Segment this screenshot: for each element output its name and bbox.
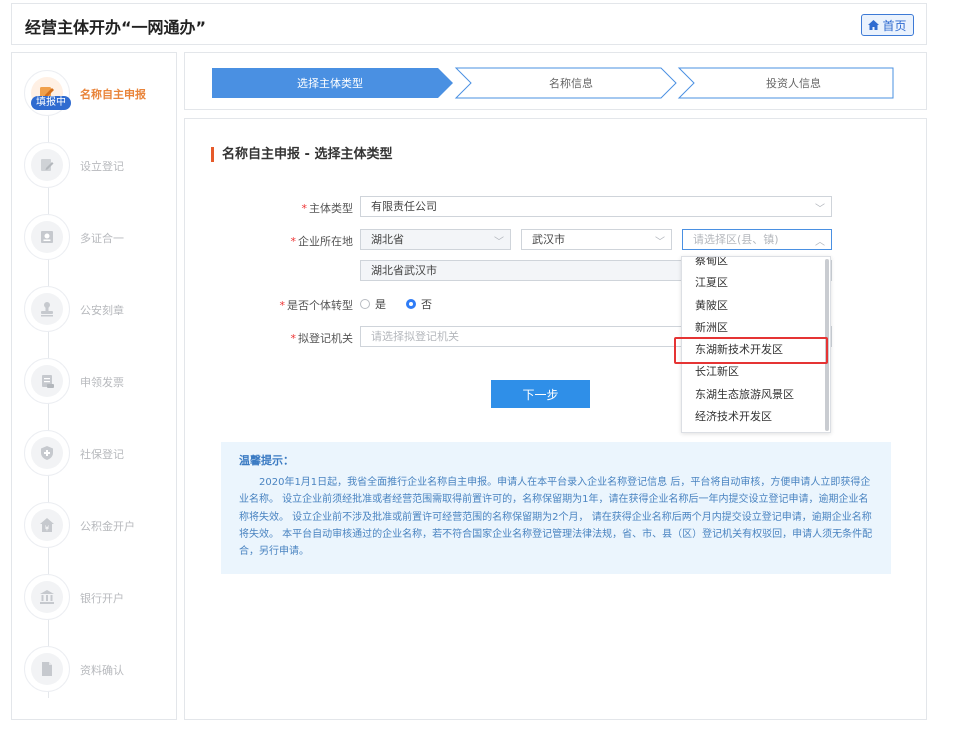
notice-box: 温馨提示： 2020年1月1日起，我省全面推行企业名称自主申报。申请人在本平台录… bbox=[221, 442, 891, 574]
sidebar-step-invoice[interactable]: 申领发票 bbox=[12, 358, 176, 408]
sidebar-step-register[interactable]: 设立登记 bbox=[12, 142, 176, 192]
chevron-down-icon: ﹀ bbox=[815, 204, 825, 215]
sidebar-step-multi-certificate[interactable]: 多证合一 bbox=[12, 214, 176, 264]
district-option-highlighted[interactable]: 东湖新技术开发区 bbox=[682, 339, 825, 361]
housing-fund-icon: ¥ bbox=[40, 518, 54, 533]
district-option[interactable]: 新洲区 bbox=[682, 317, 825, 339]
sidebar: 名称自主申报 填报中 设立登记 多证合一 公安刻章 申领发票 社保登记 ¥ 公积… bbox=[11, 52, 177, 720]
district-option[interactable]: 东湖生态旅游风景区 bbox=[682, 384, 825, 406]
progress-step[interactable]: 名称信息 bbox=[471, 75, 671, 91]
entity-type-label: * 主体类型 bbox=[301, 202, 354, 215]
individual-transform-label: * 是否个体转型 bbox=[279, 299, 354, 312]
entity-type-select[interactable]: 有限责任公司 ﹀ bbox=[360, 196, 832, 217]
sidebar-step-label: 社保登记 bbox=[80, 448, 124, 461]
progress-step-active[interactable]: 选择主体类型 bbox=[212, 75, 448, 91]
document-icon bbox=[42, 662, 52, 676]
district-select[interactable]: 请选择区(县、镇) ︿ bbox=[682, 229, 832, 250]
social-security-icon bbox=[41, 446, 53, 460]
section-title: 名称自主申报 - 选择主体类型 bbox=[211, 147, 392, 162]
district-option[interactable]: 长江新区 bbox=[682, 361, 825, 383]
city-select[interactable]: 武汉市 ﹀ bbox=[521, 229, 672, 250]
sidebar-step-social-security[interactable]: 社保登记 bbox=[12, 430, 176, 480]
radio-no[interactable]: 否 bbox=[406, 296, 432, 312]
page-title: 经营主体开办“一网通办” bbox=[25, 18, 207, 37]
sidebar-step-label: 公安刻章 bbox=[80, 304, 124, 317]
status-badge: 填报中 bbox=[31, 96, 71, 110]
stamp-icon bbox=[41, 302, 53, 317]
district-option[interactable]: 蔡甸区 bbox=[682, 257, 825, 272]
radio-indicator-selected bbox=[406, 299, 416, 309]
invoice-icon bbox=[42, 375, 54, 388]
district-dropdown: 蔡甸区 江夏区 黄陂区 新洲区 东湖新技术开发区 长江新区 东湖生态旅游风景区 … bbox=[681, 256, 831, 433]
chevron-down-icon: ﹀ bbox=[655, 237, 665, 248]
radio-yes[interactable]: 是 bbox=[360, 296, 386, 312]
district-option[interactable]: 经济技术开发区 bbox=[682, 406, 825, 428]
sidebar-step-label: 设立登记 bbox=[80, 160, 124, 173]
sidebar-step-label: 资料确认 bbox=[80, 664, 124, 677]
home-button[interactable]: 首页 bbox=[861, 14, 914, 36]
progress-steps: 选择主体类型 名称信息 投资人信息 bbox=[184, 52, 927, 110]
sidebar-step-housing-fund[interactable]: ¥ 公积金开户 bbox=[12, 502, 176, 552]
sidebar-step-label: 申领发票 bbox=[80, 376, 124, 389]
chevron-up-icon: ︿ bbox=[815, 237, 825, 248]
sidebar-step-stamp[interactable]: 公安刻章 bbox=[12, 286, 176, 336]
notice-title: 温馨提示： bbox=[239, 454, 294, 467]
sidebar-step-label: 公积金开户 bbox=[80, 520, 135, 533]
certificate-icon bbox=[41, 231, 53, 243]
district-option-list: 蔡甸区 江夏区 黄陂区 新洲区 东湖新技术开发区 长江新区 东湖生态旅游风景区 … bbox=[682, 257, 825, 428]
chevron-down-icon: ﹀ bbox=[494, 237, 504, 248]
bank-icon bbox=[40, 590, 54, 604]
home-icon bbox=[868, 20, 880, 30]
notice-body: 2020年1月1日起，我省全面推行企业名称自主申报。申请人在本平台录入企业名称登… bbox=[239, 477, 873, 558]
authority-label: * 拟登记机关 bbox=[290, 332, 354, 345]
progress-step[interactable]: 投资人信息 bbox=[694, 75, 893, 91]
sidebar-step-bank[interactable]: 银行开户 bbox=[12, 574, 176, 624]
home-label: 首页 bbox=[882, 18, 907, 33]
province-select[interactable]: 湖北省 ﹀ bbox=[360, 229, 511, 250]
radio-indicator bbox=[360, 299, 370, 309]
sidebar-step-label: 多证合一 bbox=[80, 232, 124, 245]
sidebar-step-confirm[interactable]: 资料确认 bbox=[12, 646, 176, 696]
top-bar: 经营主体开办“一网通办” 首页 bbox=[11, 3, 927, 45]
district-option[interactable]: 江夏区 bbox=[682, 272, 825, 294]
location-label: * 企业所在地 bbox=[290, 235, 354, 248]
sidebar-step-name-declare[interactable]: 名称自主申报 bbox=[12, 70, 176, 120]
sidebar-step-label: 名称自主申报 bbox=[80, 88, 146, 101]
sidebar-step-label: 银行开户 bbox=[80, 592, 124, 605]
svg-text:¥: ¥ bbox=[45, 525, 50, 533]
register-icon bbox=[41, 159, 54, 171]
dropdown-scrollbar[interactable] bbox=[825, 259, 829, 431]
next-button[interactable]: 下一步 bbox=[491, 380, 590, 408]
district-option[interactable]: 黄陂区 bbox=[682, 295, 825, 317]
